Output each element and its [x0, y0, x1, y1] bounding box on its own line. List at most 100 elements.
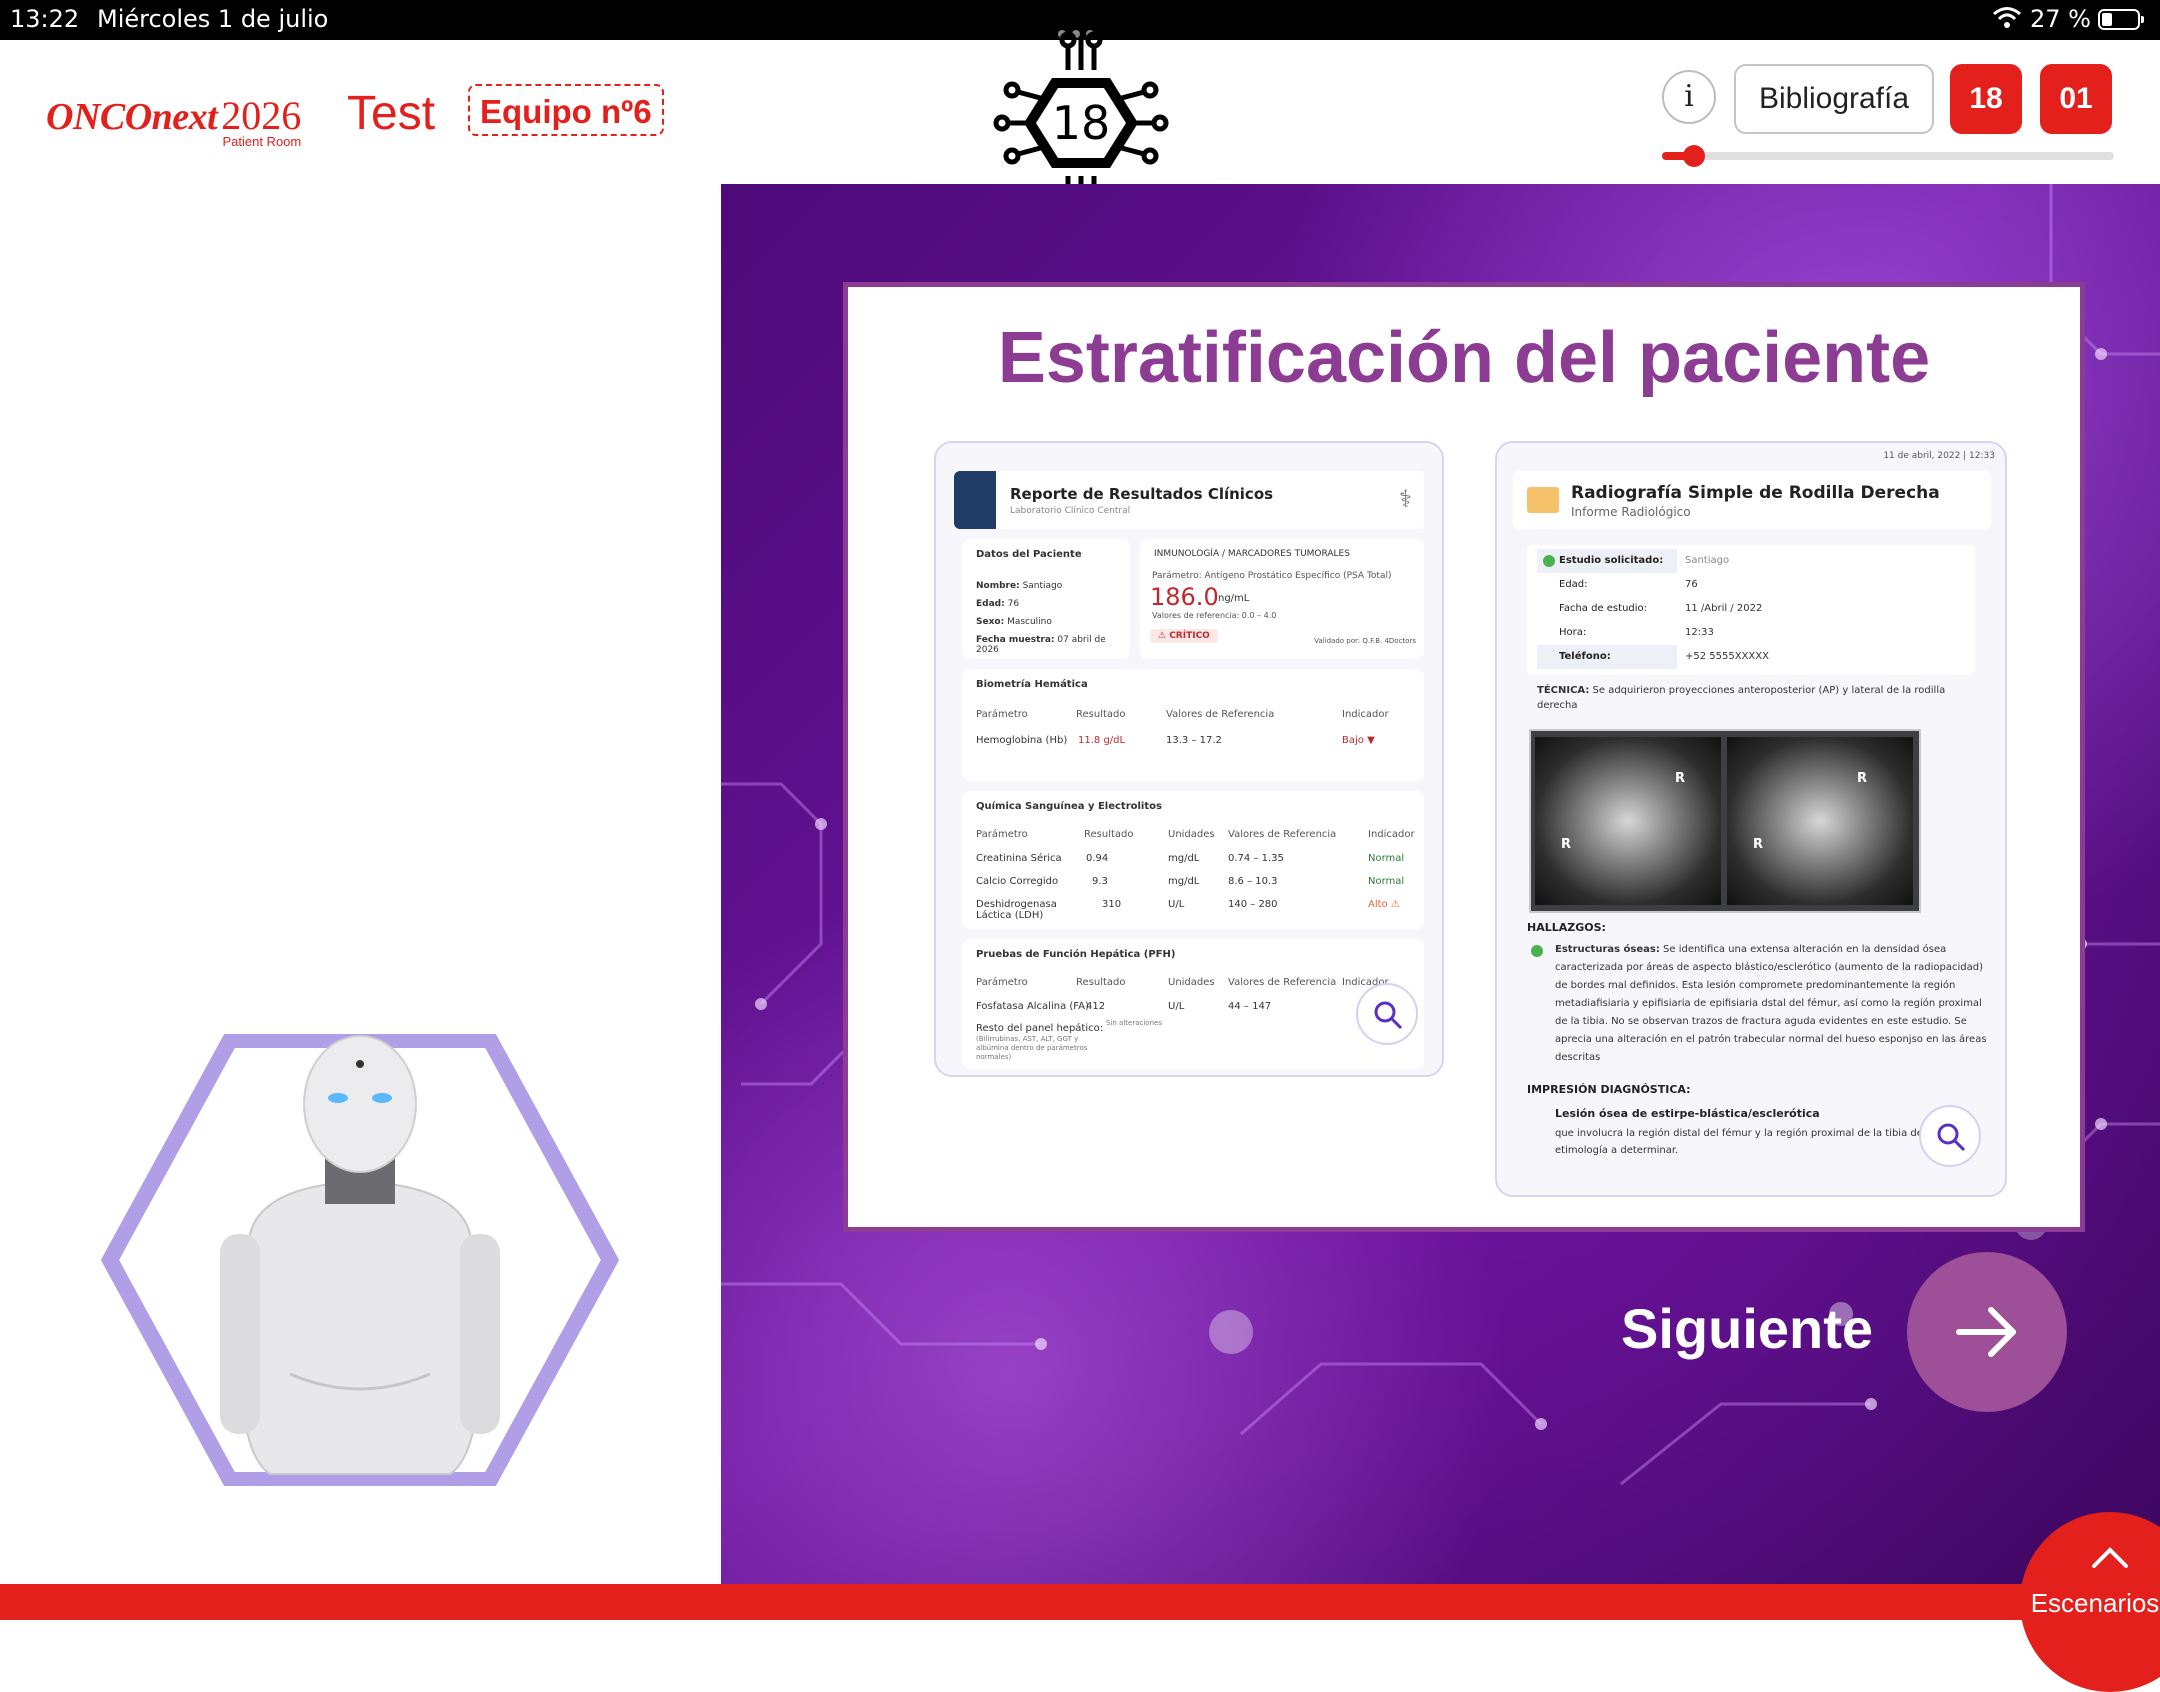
slide-title: Estratificación del paciente: [997, 318, 1931, 398]
findings-value: Se identifica una extensa alteración en …: [1555, 944, 1987, 1063]
rad-field-key: Hora:: [1537, 621, 1677, 645]
rad-date: 11 de abril, 2022 | 12:33: [1883, 451, 1995, 461]
battery-percent: 27 %: [2030, 5, 2091, 33]
rad-field-key: Estudio solicitado:: [1537, 549, 1677, 573]
info-button[interactable]: i: [1662, 70, 1716, 124]
logo-subtitle: Patient Room: [222, 134, 302, 149]
chem-cell: Normal: [1368, 876, 1405, 887]
bio-header-indicator: Indicador: [1342, 709, 1389, 720]
progress-slider[interactable]: [1662, 145, 2114, 167]
next-label[interactable]: Siguiente: [1621, 1296, 1873, 1361]
progress-knob[interactable]: [1682, 145, 1705, 167]
onconext-logo: ONCOnext 2026 Patient Room: [46, 92, 302, 149]
lab-report-image[interactable]: Reporte de Resultados Clínicos Laborator…: [934, 441, 1444, 1077]
findings-heading: HALLAZGOS:: [1527, 921, 1606, 934]
bio-cell: 13.3 – 17.2: [1166, 735, 1222, 746]
radiology-report-image[interactable]: 11 de abril, 2022 | 12:33 Radiografía Si…: [1495, 441, 2007, 1197]
rad-field-key: Facha de estudio:: [1537, 597, 1677, 621]
chevron-up-icon: [2092, 1547, 2128, 1568]
immunology-box: INMUNOLOGÍA / MARCADORES TUMORALES Parám…: [1140, 539, 1424, 659]
xray-marker: R: [1857, 771, 1868, 786]
team-badge: Equipo nº6: [468, 84, 664, 136]
lab-title: Reporte de Resultados Clínicos: [1010, 485, 1274, 503]
caduceus-icon: ⚕: [1399, 485, 1412, 513]
rad-subtitle: Informe Radiológico: [1571, 505, 1691, 519]
xray-marker: R: [1753, 837, 1764, 852]
bio-cell: 11.8 g/dL: [1078, 735, 1126, 746]
bio-header-result: Resultado: [1076, 709, 1126, 720]
rad-field-value: Santiago: [1685, 555, 1730, 566]
immuno-title: INMUNOLOGÍA / MARCADORES TUMORALES: [1154, 549, 1350, 559]
findings-key: Estructuras óseas:: [1555, 944, 1660, 955]
status-date: Miércoles 1 de julio: [97, 5, 329, 33]
logo-brand: ONCOnext: [46, 96, 218, 138]
liver-cell: 412: [1086, 1001, 1106, 1012]
scenarios-label[interactable]: Escenarios: [2020, 1588, 2160, 1619]
zoom-lab-button[interactable]: [1356, 983, 1418, 1045]
xray-marker: R: [1561, 837, 1572, 852]
xray-marker: R: [1675, 771, 1686, 786]
chem-cell: 310: [1102, 899, 1122, 910]
chem-cell: Creatinina Sérica: [976, 853, 1062, 864]
psa-unit: ng/mL: [1218, 593, 1250, 604]
liver-title: Pruebas de Función Hepática (PFH): [976, 949, 1176, 960]
chem-header: Valores de Referencia: [1228, 829, 1337, 840]
chem-cell: 9.3: [1092, 876, 1108, 887]
rad-field-value: +52 5555XXXXX: [1685, 651, 1769, 662]
arrow-right-icon: [1956, 1307, 2016, 1357]
bio-cell: Hemoglobina (Hb): [976, 735, 1068, 746]
knee-xray-image: RR RR: [1529, 729, 1921, 913]
chem-cell: mg/dL: [1168, 853, 1200, 864]
validated-by: Validado por: Q.F.B. 4Doctors: [1314, 637, 1416, 645]
diagnosis-heading: IMPRESIÓN DIAGNÓSTICA:: [1527, 1083, 1691, 1096]
bibliography-button[interactable]: Bibliografía: [1734, 64, 1934, 134]
multitask-dots-icon[interactable]: [1058, 16, 1102, 38]
liver-cell: 44 – 147: [1228, 1001, 1272, 1012]
rad-field-value: 76: [1685, 579, 1698, 590]
chem-cell: 0.94: [1086, 853, 1109, 864]
liver-header: Valores de Referencia: [1228, 977, 1337, 988]
psa-ref: Valores de referencia: 0.0 – 4.0: [1152, 611, 1277, 620]
liver-cell: Fosfatasa Alcalina (FA): [976, 1001, 1089, 1012]
chem-cell: 0.74 – 1.35: [1228, 853, 1284, 864]
chem-cell: mg/dL: [1168, 876, 1200, 887]
question-counter: 18: [1950, 64, 2022, 134]
liver-header: Resultado: [1076, 977, 1126, 988]
name-key: Nombre:: [976, 581, 1020, 591]
robot-avatar: [100, 1034, 620, 1486]
status-time: 13:22: [10, 5, 80, 33]
bio-header-ref: Valores de Referencia: [1166, 709, 1275, 720]
chem-cell: 140 – 280: [1228, 899, 1278, 910]
bio-header-param: Parámetro: [976, 709, 1028, 720]
patient-data-box: Datos del Paciente Nombre: Santiago Edad…: [962, 539, 1130, 659]
biometry-title: Biometría Hemática: [976, 679, 1088, 690]
liver-header: Unidades: [1168, 977, 1215, 988]
next-button[interactable]: [1907, 1252, 2067, 1412]
chem-header: Indicador: [1368, 829, 1415, 840]
biometry-box: Biometría Hemática Parámetro Resultado V…: [962, 669, 1424, 781]
lab-subtitle: Laboratorio Clínico Central: [1010, 506, 1131, 516]
check-icon: [1543, 555, 1555, 567]
chem-cell: Alto ⚠: [1368, 899, 1400, 910]
robot-figure: [220, 1035, 500, 1475]
clipboard-icon: [954, 471, 996, 529]
liver-box: Pruebas de Función Hepática (PFH) Paráme…: [962, 939, 1424, 1069]
rad-field-value: 11 /Abril / 2022: [1685, 603, 1763, 614]
zoom-radiology-button[interactable]: [1919, 1105, 1981, 1167]
rad-field-value: 12:33: [1685, 627, 1714, 638]
diagnosis-title: Lesión ósea de estirpe-blástica/esclerót…: [1555, 1107, 1820, 1120]
sex-key: Sexo:: [976, 617, 1005, 627]
psa-value: 186.0: [1150, 583, 1219, 611]
chem-header: Resultado: [1084, 829, 1134, 840]
chem-cell: Deshidrogenasa Láctica (LDH): [976, 899, 1057, 921]
mode-label: Test: [347, 87, 436, 140]
wifi-icon: [1993, 7, 2021, 28]
chem-cell: Calcio Corregido: [976, 876, 1059, 887]
findings-text: Estructuras óseas: Se identifica una ext…: [1555, 941, 1995, 1067]
xray-ap: RR: [1727, 737, 1913, 905]
lab-header: Reporte de Resultados Clínicos Laborator…: [954, 471, 1424, 529]
logo-year: 2026: [221, 93, 302, 138]
magnifier-icon: [1374, 1001, 1403, 1030]
sex-value: Masculino: [1007, 617, 1052, 627]
liver-cell: U/L: [1168, 1001, 1185, 1012]
